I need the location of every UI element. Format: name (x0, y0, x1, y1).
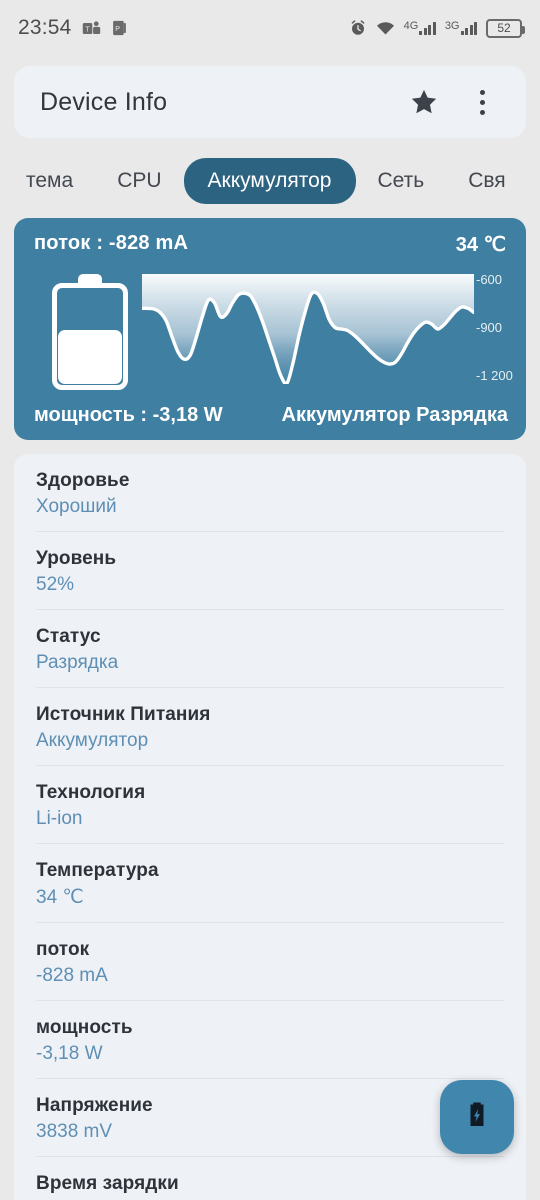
list-item[interactable]: Источник Питания Аккумулятор (36, 688, 504, 766)
page-title: Device Info (40, 87, 168, 116)
signal-4g-icon: 4G (404, 20, 436, 35)
status-bar-right: 4G 3G 52 (349, 18, 525, 38)
row-label: Уровень (36, 548, 117, 569)
wifi-icon (376, 20, 395, 36)
row-label: Источник Питания (36, 704, 211, 725)
svg-text:P: P (115, 25, 120, 33)
row-value: -3,18 W (36, 1043, 103, 1064)
powerpoint-icon: P (111, 19, 128, 37)
battery-card-bottom-row: мощность : -3,18 W Аккумулятор Разрядка (34, 404, 508, 427)
row-value: Разрядка (36, 652, 119, 673)
svg-text:T: T (85, 25, 90, 33)
battery-state-label: Аккумулятор Разрядка (281, 404, 508, 426)
chart-y-axis: -600 -900 -1 200 (476, 268, 526, 392)
app-screen: 23:54 T P 4G 3G 52 Device Info тема CPU … (0, 0, 540, 1200)
chart-svg (142, 274, 474, 384)
list-item[interactable]: Здоровье Хороший (36, 454, 504, 532)
tab-network[interactable]: Сеть (356, 159, 447, 203)
y-tick-1: -900 (476, 320, 503, 335)
list-item[interactable]: мощность -3,18 W (36, 1001, 504, 1079)
row-label: Здоровье (36, 470, 130, 491)
battery-flow-label: поток : -828 mA (34, 232, 189, 254)
battery-charging-icon (462, 1100, 492, 1135)
star-icon[interactable] (402, 80, 446, 124)
battery-level-icon (52, 274, 128, 390)
tab-connectivity[interactable]: Свя (446, 159, 527, 203)
list-item[interactable]: Время зарядки Разрядка (36, 1157, 504, 1200)
row-value: 34 ℃ (36, 887, 84, 908)
y-tick-0: -600 (476, 272, 503, 287)
row-label: Технология (36, 782, 146, 803)
status-bar-left: 23:54 T P (18, 16, 128, 40)
battery-percent-label: 52 (497, 21, 511, 35)
row-label: мощность (36, 1017, 133, 1038)
y-tick-2: -1 200 (476, 368, 513, 383)
tab-bar[interactable]: тема CPU Аккумулятор Сеть Свя (0, 150, 540, 212)
teams-icon: T (82, 19, 101, 38)
signal-3g-icon: 3G (445, 20, 477, 35)
battery-power-label: мощность : -3,18 W (34, 404, 223, 426)
row-label: Время зарядки (36, 1173, 179, 1194)
battery-card-top-row: поток : -828 mA 34 ℃ (34, 232, 506, 257)
list-item[interactable]: Статус Разрядка (36, 610, 504, 688)
tab-cpu[interactable]: CPU (95, 159, 183, 203)
tab-battery[interactable]: Аккумулятор (183, 158, 356, 204)
list-item[interactable]: Уровень 52% (36, 532, 504, 610)
row-label: поток (36, 939, 90, 960)
app-bar: Device Info (14, 66, 526, 138)
tab-system[interactable]: тема (4, 159, 95, 203)
row-value: -828 mA (36, 965, 108, 986)
list-item[interactable]: Напряжение 3838 mV (36, 1079, 504, 1157)
alarm-icon (349, 19, 367, 37)
battery-temperature-label: 34 ℃ (455, 234, 506, 256)
row-label: Температура (36, 860, 159, 881)
list-item[interactable]: Технология Li-ion (36, 766, 504, 844)
status-bar: 23:54 T P 4G 3G 52 (0, 0, 540, 56)
row-value: Li-ion (36, 808, 83, 829)
status-bar-clock: 23:54 (18, 16, 72, 39)
row-value: 52% (36, 574, 75, 595)
row-value: Аккумулятор (36, 730, 149, 751)
row-value: Хороший (36, 496, 117, 517)
list-item[interactable]: Температура 34 ℃ (36, 844, 504, 923)
status-bar-battery: 52 (486, 18, 525, 38)
battery-charging-fab[interactable] (440, 1080, 514, 1154)
row-label: Напряжение (36, 1095, 153, 1116)
list-item[interactable]: поток -828 mA (36, 923, 504, 1001)
overflow-menu-icon[interactable] (460, 80, 504, 124)
row-label: Статус (36, 626, 101, 647)
battery-current-chart (142, 274, 474, 384)
battery-summary-card: поток : -828 mA 34 ℃ -600 -900 -1 200 мо… (14, 218, 526, 440)
row-value: 3838 mV (36, 1121, 113, 1142)
